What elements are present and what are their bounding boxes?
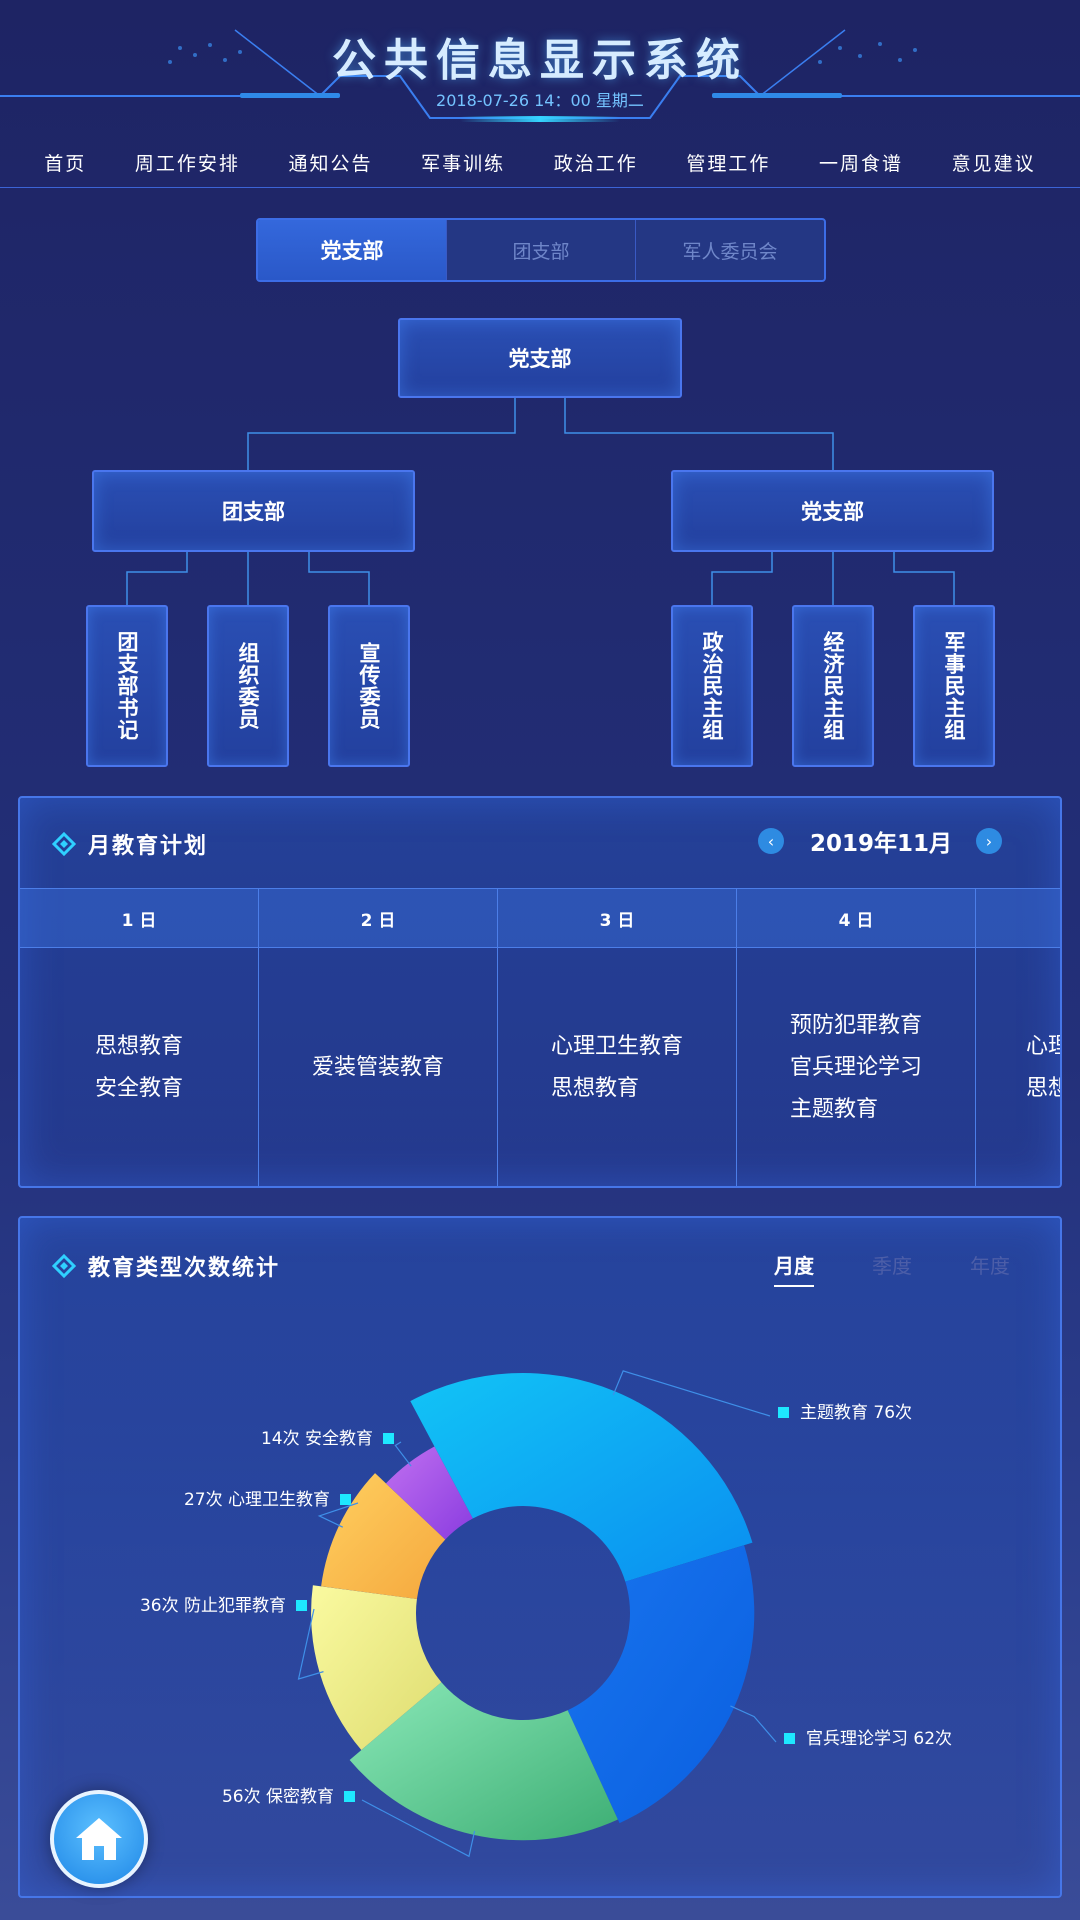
monthly-plan-title: 月教育计划 xyxy=(52,828,208,860)
plan-table-body: 思想教育 安全教育 爱装管装教育 心理卫生教育 思想教育 预防犯罪教育 官兵理论… xyxy=(20,948,1060,1186)
monthly-plan-title-text: 月教育计划 xyxy=(88,834,209,859)
plan-item: 思想教育 xyxy=(94,1034,183,1059)
org-leaf-label: 经济民主组 xyxy=(821,631,845,741)
plan-item: 主题教育 xyxy=(789,1097,878,1122)
slice-label: 36次 防止犯罪教育 xyxy=(140,1596,286,1616)
home-button[interactable] xyxy=(50,1790,148,1888)
org-leaf-label: 团支部书记 xyxy=(115,631,139,741)
slice-label: 14次 安全教育 xyxy=(261,1429,373,1449)
day-cell[interactable]: 爱装管装教育 xyxy=(259,948,498,1186)
legend-marker xyxy=(340,1494,351,1505)
month-navigator: ‹ 2019年11月 › xyxy=(757,824,1002,858)
plan-item: 预防犯罪教育 xyxy=(789,1013,922,1038)
education-stats-title: 教育类型次数统计 xyxy=(52,1250,280,1282)
org-leaf-label: 宣传委员 xyxy=(357,642,381,730)
legend-marker xyxy=(784,1733,795,1744)
tab-quarterly[interactable]: 季度 xyxy=(872,1250,912,1287)
org-leaf-propaganda-member[interactable]: 宣传委员 xyxy=(328,605,410,767)
legend-marker xyxy=(296,1600,307,1611)
org-leaf-label: 政治民主组 xyxy=(700,631,724,741)
plan-item: 思想教育 xyxy=(550,1076,639,1101)
day-cell[interactable]: 预防犯罪教育 官兵理论学习 主题教育 xyxy=(737,948,976,1186)
org-leaf-military-group[interactable]: 军事民主组 xyxy=(913,605,995,767)
org-leaf-label: 组织委员 xyxy=(236,642,260,730)
plan-item: 心理卫生教育 xyxy=(550,1034,683,1059)
org-leaf-political-group[interactable]: 政治民主组 xyxy=(671,605,753,767)
chevron-right-icon[interactable]: › xyxy=(976,828,1002,854)
slice-label: 27次 心理卫生教育 xyxy=(184,1490,330,1510)
day-header: 2 日 xyxy=(259,889,498,947)
plan-item: 安全教育 xyxy=(94,1076,183,1101)
plan-item: 官兵理论学习 xyxy=(789,1055,922,1080)
education-stats-panel: 主题教育 76次官兵理论学习 62次 56次 保密教育 36次 防止犯罪教育 27次 … xyxy=(18,1216,1062,1898)
period-tabs: 月度 季度 年度 xyxy=(716,1250,1010,1287)
diamond-icon xyxy=(52,832,76,856)
plan-item: 思想教育 xyxy=(1026,1076,1060,1101)
org-leaf-label: 军事民主组 xyxy=(942,631,966,741)
chevron-left-icon[interactable]: ‹ xyxy=(757,828,784,854)
slice-label: 官兵理论学习 62次 xyxy=(806,1729,952,1749)
day-header: 1 日 xyxy=(20,889,259,947)
education-stats-title-text: 教育类型次数统计 xyxy=(88,1256,281,1281)
legend-marker xyxy=(778,1407,789,1418)
legend-marker xyxy=(383,1433,394,1444)
plan-item: 心理卫生教育 xyxy=(1026,1034,1060,1059)
day-cell[interactable]: 思想教育 安全教育 xyxy=(20,948,259,1186)
day-cell[interactable]: 心理卫生教育 思想教育 xyxy=(498,948,737,1186)
plan-table-header: 1 日 2 日 3 日 4 日 xyxy=(20,888,1060,948)
day-cell[interactable]: 心理卫生教育 思想教育 xyxy=(976,948,1060,1186)
plan-item: 爱装管装教育 xyxy=(311,1055,444,1080)
org-leaf-organization-member[interactable]: 组织委员 xyxy=(207,605,289,767)
org-leaf-league-secretary[interactable]: 团支部书记 xyxy=(86,605,168,767)
day-header: 3 日 xyxy=(498,889,737,947)
leader-line xyxy=(394,1441,412,1467)
org-root-node[interactable]: 党支部 xyxy=(398,318,682,398)
leader-line xyxy=(730,1705,777,1743)
org-node-league-branch[interactable]: 团支部 xyxy=(92,470,415,552)
pie-slice-0[interactable] xyxy=(410,1373,753,1582)
home-icon xyxy=(76,1818,122,1860)
org-leaf-economic-group[interactable]: 经济民主组 xyxy=(792,605,874,767)
slice-label: 主题教育 76次 xyxy=(800,1403,912,1423)
rose-donut-chart: 主题教育 76次官兵理论学习 62次 56次 保密教育 36次 防止犯罪教育 27次 … xyxy=(140,1370,952,1858)
slice-label: 56次 保密教育 xyxy=(222,1787,334,1807)
day-header: 4 日 xyxy=(737,889,976,947)
legend-marker xyxy=(344,1791,355,1802)
plan-table: 1 日 2 日 3 日 4 日 思想教育 安全教育 爱装管装教育 心理卫生教育 xyxy=(20,888,1060,1186)
tab-yearly[interactable]: 年度 xyxy=(970,1250,1010,1287)
day-header xyxy=(976,889,1060,947)
org-node-party-branch[interactable]: 党支部 xyxy=(671,470,994,552)
monthly-plan-panel: 月教育计划 ‹ 2019年11月 › 1 日 2 日 3 日 4 日 思想教育 … xyxy=(18,796,1062,1188)
tab-monthly[interactable]: 月度 xyxy=(774,1250,814,1287)
current-month: 2019年11月 xyxy=(809,831,952,857)
diamond-icon xyxy=(52,1254,76,1278)
